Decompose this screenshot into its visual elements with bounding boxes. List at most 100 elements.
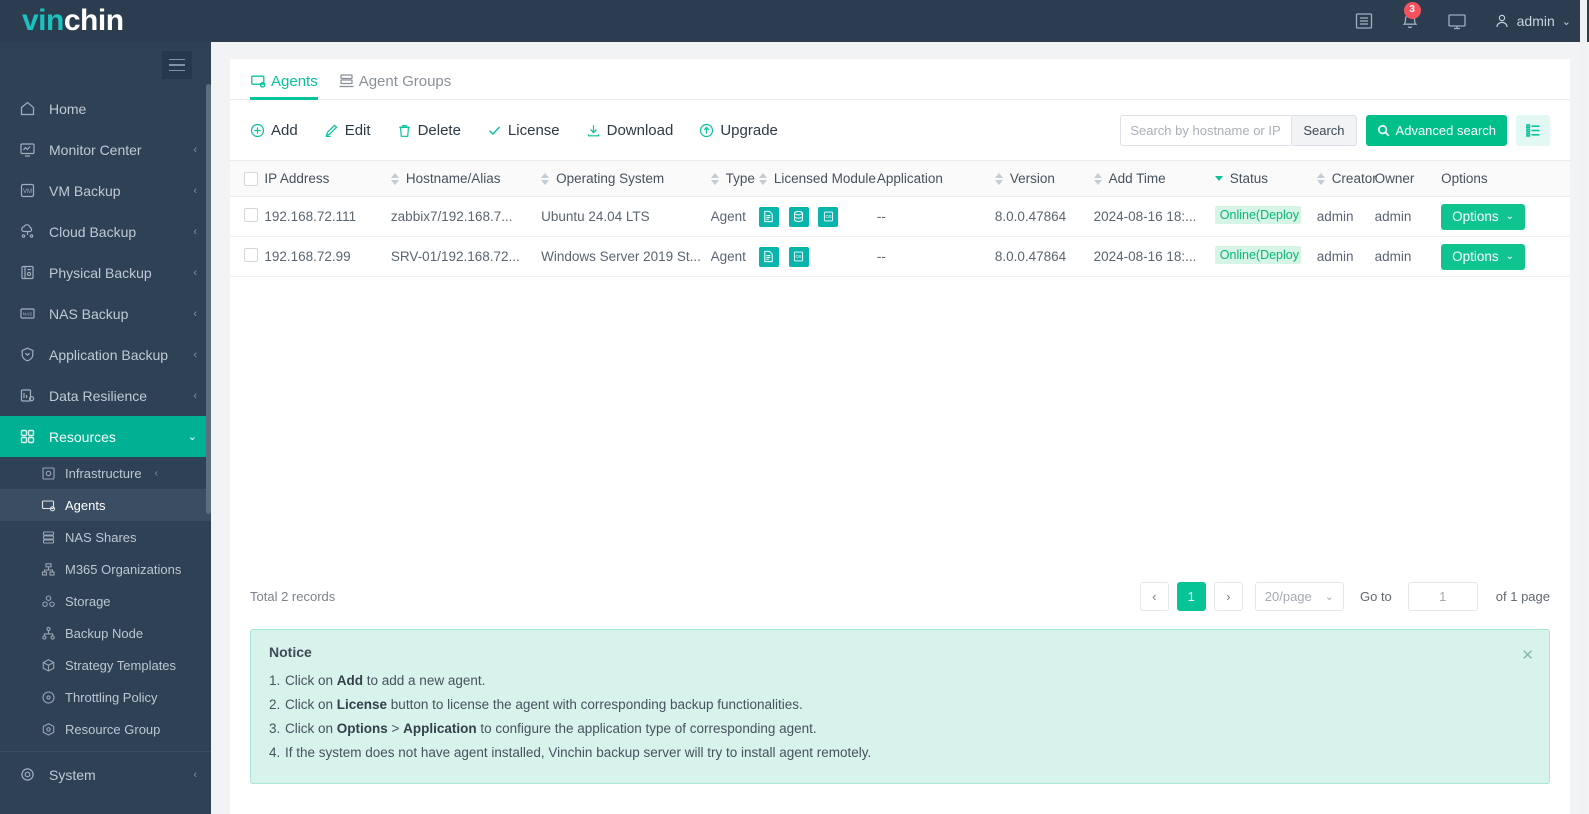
- notice-text: button to license the agent with corresp…: [387, 697, 803, 712]
- th-select-all[interactable]: [230, 160, 265, 197]
- sidebar-item-resource-group[interactable]: Resource Group: [0, 713, 211, 745]
- agent-groups-tab-icon: [339, 74, 354, 88]
- sidebar-label: Application Backup: [49, 346, 169, 363]
- sidebar-item-backup-node[interactable]: Backup Node: [0, 617, 211, 649]
- bell-icon[interactable]: 3: [1400, 2, 1421, 31]
- edit-button[interactable]: Edit: [324, 122, 371, 139]
- resource-group-icon: [40, 721, 56, 737]
- button-label: License: [507, 122, 560, 139]
- row-checkbox[interactable]: [244, 248, 258, 262]
- prev-page-button[interactable]: ‹: [1139, 582, 1169, 611]
- sidebar-chevron: ‹: [193, 348, 197, 361]
- database-module-icon: [788, 206, 809, 227]
- sidebar-item-system[interactable]: System ‹: [0, 754, 211, 795]
- license-button[interactable]: License: [487, 122, 560, 139]
- sidebar-chevron: ‹: [154, 467, 158, 479]
- sidebar-item-home[interactable]: Home: [0, 88, 211, 129]
- th-type[interactable]: Type: [710, 160, 759, 197]
- sort-toggle[interactable]: [994, 172, 1003, 185]
- advanced-search-button[interactable]: Advanced search: [1365, 115, 1507, 146]
- th-add-time[interactable]: Add Time: [1093, 160, 1215, 197]
- server-icon: [18, 264, 36, 282]
- sort-toggle[interactable]: [541, 172, 550, 185]
- sidebar-item-resources[interactable]: Resources ⌄: [0, 416, 211, 457]
- row-checkbox[interactable]: [244, 208, 258, 222]
- sidebar-item-application-backup[interactable]: Application Backup ‹: [0, 334, 211, 375]
- th-hostname-alias[interactable]: Hostname/Alias: [390, 160, 542, 197]
- options-label: Options: [1452, 249, 1499, 264]
- next-page-button[interactable]: ›: [1213, 582, 1243, 611]
- th-licensed-module[interactable]: Licensed Module: [758, 160, 877, 197]
- svg-text:OS: OS: [825, 214, 831, 219]
- add-button[interactable]: Add: [250, 122, 298, 139]
- os-module-icon: OS: [788, 246, 809, 267]
- tab-agent-groups[interactable]: Agent Groups: [338, 73, 452, 99]
- sort-toggle[interactable]: [710, 172, 719, 185]
- sidebar-collapse-row: [0, 42, 211, 88]
- search-input[interactable]: [1120, 115, 1293, 146]
- sidebar-item-strategy-templates[interactable]: Strategy Templates: [0, 649, 211, 681]
- tab-label: Agents: [271, 73, 318, 90]
- th-operating-system[interactable]: Operating System: [541, 160, 711, 197]
- sidebar-item-vm-backup[interactable]: VM VM Backup ‹: [0, 170, 211, 211]
- monitor-icon[interactable]: [1446, 11, 1468, 31]
- notice-text: Click on: [285, 673, 337, 688]
- page-scrollbar[interactable]: [1580, 0, 1587, 814]
- th-application[interactable]: Application: [876, 160, 995, 197]
- row-options-button[interactable]: Options ⌄: [1441, 203, 1526, 230]
- sort-toggle[interactable]: [1316, 172, 1325, 185]
- table-row[interactable]: 192.168.72.99 SRV-01/192.168.72... Windo…: [230, 236, 1570, 277]
- table-row[interactable]: 192.168.72.111 zabbix7/192.168.7... Ubun…: [230, 196, 1570, 237]
- sort-toggle[interactable]: [1093, 172, 1102, 185]
- th-version[interactable]: Version: [994, 160, 1094, 197]
- sort-toggle-active[interactable]: [1214, 176, 1223, 181]
- list-log-icon[interactable]: [1354, 11, 1374, 31]
- cell-row-checkbox[interactable]: [230, 196, 265, 237]
- search-button[interactable]: Search: [1292, 115, 1357, 146]
- sidebar-chevron: ‹: [193, 225, 197, 238]
- app-logo[interactable]: vinchin: [22, 6, 124, 36]
- page-size-select[interactable]: 20/page ⌄: [1254, 582, 1344, 611]
- sidebar-item-agents[interactable]: Agents: [0, 489, 211, 521]
- tab-label: Agent Groups: [358, 73, 452, 90]
- goto-page-input[interactable]: [1407, 582, 1478, 611]
- sidebar-item-storage[interactable]: Storage: [0, 585, 211, 617]
- delete-button[interactable]: Delete: [397, 122, 461, 139]
- th-status[interactable]: Status: [1214, 160, 1317, 197]
- sidebar-item-physical-backup[interactable]: Physical Backup ‹: [0, 252, 211, 293]
- sidebar-item-nas-backup[interactable]: NAS NAS Backup ‹: [0, 293, 211, 334]
- user-menu[interactable]: admin ⌄: [1494, 13, 1571, 29]
- sort-toggle[interactable]: [390, 172, 399, 185]
- sidebar-item-throttling-policy[interactable]: Throttling Policy: [0, 681, 211, 713]
- download-button[interactable]: Download: [586, 122, 674, 139]
- column-label: Application: [876, 171, 943, 186]
- sidebar-item-nas-shares[interactable]: NAS Shares: [0, 521, 211, 553]
- th-ip-address[interactable]: IP Address: [264, 160, 391, 197]
- cell-row-checkbox[interactable]: [230, 236, 265, 277]
- row-options-button[interactable]: Options ⌄: [1441, 243, 1526, 270]
- upgrade-button[interactable]: Upgrade: [699, 122, 778, 139]
- notice-bold: Application: [403, 721, 477, 736]
- gear-icon: [18, 766, 36, 784]
- sidebar-item-cloud-backup[interactable]: Cloud Backup ‹: [0, 211, 211, 252]
- hamburger-icon[interactable]: [162, 51, 192, 79]
- sidebar-item-infrastructure[interactable]: Infrastructure ‹: [0, 457, 211, 489]
- button-label: Edit: [344, 122, 371, 139]
- notice-item: If the system does not have agent instal…: [269, 741, 1531, 765]
- tab-agents[interactable]: Agents: [250, 73, 318, 100]
- page-1-button[interactable]: 1: [1176, 582, 1206, 611]
- goto-label: Go to: [1359, 589, 1392, 604]
- button-label: Download: [606, 122, 674, 139]
- th-creator[interactable]: Creator: [1316, 160, 1377, 197]
- close-icon[interactable]: ✕: [1521, 646, 1534, 664]
- sidebar-label: Cloud Backup: [49, 223, 137, 240]
- sidebar-item-data-resilience[interactable]: Data Resilience ‹: [0, 375, 211, 416]
- pagination: ‹ 1 › 20/page ⌄ Go to of 1 page: [1139, 582, 1550, 611]
- sidebar-item-m365-organizations[interactable]: M365 Organizations: [0, 553, 211, 585]
- sort-toggle[interactable]: [758, 172, 767, 185]
- cell-version: 8.0.0.47864: [994, 236, 1094, 277]
- sidebar-item-monitor-center[interactable]: Monitor Center ‹: [0, 129, 211, 170]
- select-all-checkbox[interactable]: [244, 171, 258, 186]
- plus-circle-icon: [250, 123, 265, 138]
- column-list-icon[interactable]: [1516, 115, 1550, 146]
